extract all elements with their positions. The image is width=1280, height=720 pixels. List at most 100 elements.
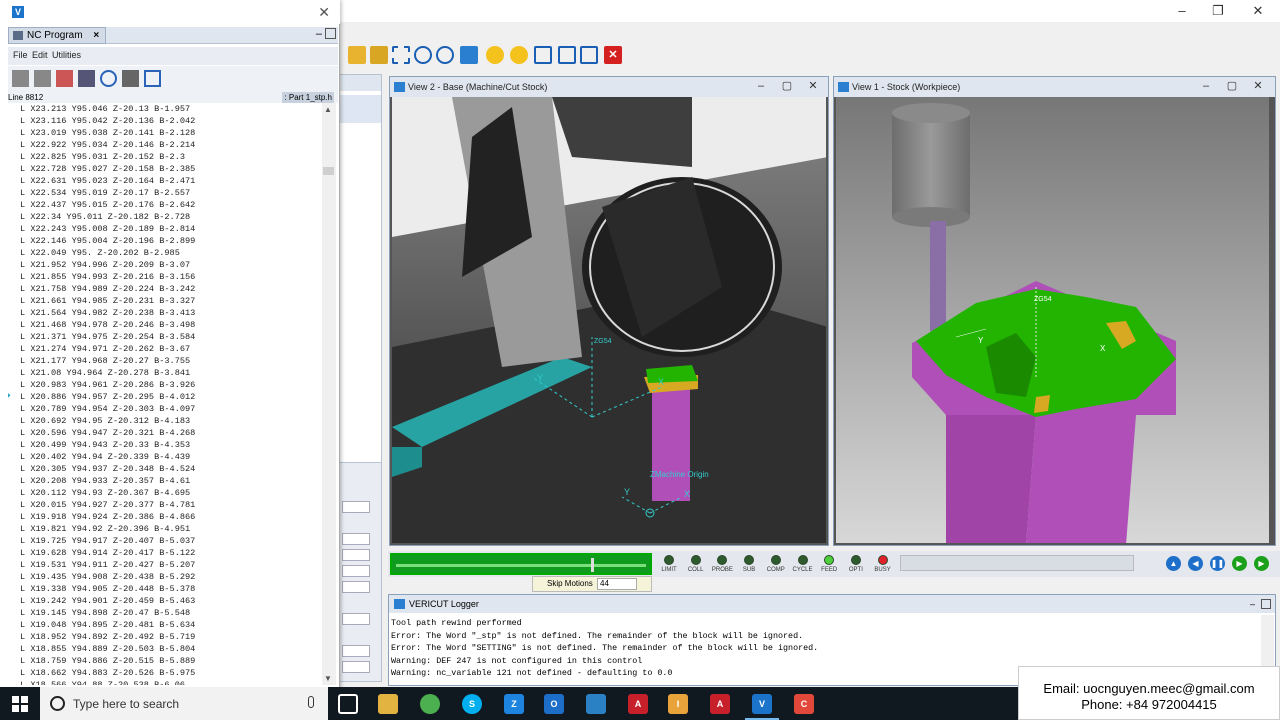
minimize-button[interactable]: – [1164, 2, 1200, 20]
nc-line[interactable]: L X19.918 Y94.924 Z-20.386 B-4.866 [8, 511, 323, 523]
nc-line[interactable]: L X22.146 Y95.004 Z-20.196 B-2.899 [8, 235, 323, 247]
nc-line[interactable]: L X21.08 Y94.964 Z-20.278 B-3.841 [8, 367, 323, 379]
file-explorer-icon[interactable] [378, 694, 398, 714]
nc-line[interactable]: L X20.596 Y94.947 Z-20.321 B-4.268 [8, 427, 323, 439]
nc-scrollbar[interactable]: ▲ ▼ [322, 103, 336, 685]
split-vertical-icon[interactable] [558, 46, 576, 64]
progress-knob[interactable] [591, 558, 594, 572]
property-field[interactable] [342, 613, 370, 625]
nc-line[interactable]: L X19.725 Y94.917 Z-20.407 B-5.037 [8, 535, 323, 547]
rewind-button[interactable]: ▲ [1166, 556, 1181, 571]
nc-line[interactable]: L X21.564 Y94.982 Z-20.238 B-3.413 [8, 307, 323, 319]
nc-line[interactable]: L X19.531 Y94.911 Z-20.427 B-5.207 [8, 559, 323, 571]
view-1-canvas[interactable]: ZG54 Y X [836, 97, 1273, 543]
property-field[interactable] [342, 581, 370, 593]
nc-line[interactable]: L X22.631 Y95.023 Z-20.164 B-2.471 [8, 175, 323, 187]
solidworks-icon[interactable] [586, 694, 606, 714]
nc-line[interactable]: L X22.437 Y95.015 Z-20.176 B-2.642 [8, 199, 323, 211]
nc-program-listing[interactable]: L X23.213 Y95.046 Z-20.13 B-1.957 L X23.1… [8, 103, 323, 685]
nc-line[interactable]: L X22.825 Y95.031 Z-20.152 B-2.3 [8, 151, 323, 163]
chrome-icon[interactable] [420, 694, 440, 714]
taskbar-search[interactable]: Type here to search [40, 687, 328, 720]
skype-icon[interactable]: S [462, 694, 482, 714]
view-1-maximize-button[interactable]: ▢ [1221, 79, 1243, 94]
view-1-minimize-button[interactable]: – [1195, 79, 1217, 94]
autocad-2-icon[interactable]: A [710, 694, 730, 714]
step-back-button[interactable]: ◀ [1188, 556, 1203, 571]
simulation-progress-slider[interactable] [390, 553, 652, 575]
nc-line[interactable]: L X20.499 Y94.943 Z-20.33 B-4.353 [8, 439, 323, 451]
nc-line[interactable]: L X18.952 Y94.892 Z-20.492 B-5.719 [8, 631, 323, 643]
scroll-thumb[interactable] [323, 167, 334, 175]
scroll-down-icon[interactable]: ▼ [324, 674, 332, 683]
nc-program-tab[interactable]: NC Program × [8, 27, 107, 44]
logger-minimize-button[interactable]: – [1250, 595, 1255, 613]
property-field[interactable] [342, 661, 370, 673]
light-icon[interactable] [486, 46, 504, 64]
rotate-icon[interactable] [510, 46, 528, 64]
skip-motions-input[interactable]: 44 [597, 578, 637, 590]
nc-find-icon[interactable] [78, 70, 95, 87]
nc-line[interactable]: L X19.628 Y94.914 Z-20.417 B-5.122 [8, 547, 323, 559]
pause-button[interactable]: ❚❚ [1210, 556, 1225, 571]
nc-line[interactable]: L X22.922 Y95.034 Z-20.146 B-2.214 [8, 139, 323, 151]
property-field[interactable] [342, 645, 370, 657]
nc-line[interactable]: L X20.112 Y94.93 Z-20.367 B-4.695 [8, 487, 323, 499]
camtasia-icon[interactable]: C [794, 694, 814, 714]
nc-line[interactable]: L X21.274 Y94.971 Z-20.262 B-3.67 [8, 343, 323, 355]
nc-line[interactable]: L X21.371 Y94.975 Z-20.254 B-3.584 [8, 331, 323, 343]
nc-line[interactable]: L X20.015 Y94.927 Z-20.377 B-4.781 [8, 499, 323, 511]
menu-edit[interactable]: Edit [32, 50, 48, 60]
nc-line[interactable]: L X22.243 Y95.008 Z-20.189 B-2.814 [8, 223, 323, 235]
microphone-icon[interactable] [308, 696, 314, 708]
nc-line[interactable]: L X21.661 Y94.985 Z-20.231 B-3.327 [8, 295, 323, 307]
nc-line[interactable]: L X18.855 Y94.889 Z-20.503 B-5.804 [8, 643, 323, 655]
view-2-maximize-button[interactable]: ▢ [776, 79, 798, 94]
nc-line[interactable]: L X20.692 Y94.95 Z-20.312 B-4.183 [8, 415, 323, 427]
nc-line[interactable]: L X23.116 Y95.042 Z-20.136 B-2.042 [8, 115, 323, 127]
nc-line[interactable]: L X19.435 Y94.908 Z-20.438 B-5.292 [8, 571, 323, 583]
setup-icon[interactable] [370, 46, 388, 64]
nc-undo-icon[interactable] [100, 70, 117, 87]
nc-line[interactable]: L X19.145 Y94.898 Z-20.47 B-5.548 [8, 607, 323, 619]
nc-line[interactable]: L X21.952 Y94.996 Z-20.209 B-3.07 [8, 259, 323, 271]
close-button[interactable]: ✕ [1240, 2, 1276, 20]
nc-line[interactable]: L X20.208 Y94.933 Z-20.357 B-4.61 [8, 475, 323, 487]
nc-line[interactable]: L X18.759 Y94.886 Z-20.515 B-5.889 [8, 655, 323, 667]
windows-start-icon[interactable] [12, 696, 28, 712]
fit-icon[interactable] [460, 46, 478, 64]
nc-line[interactable]: L X21.468 Y94.978 Z-20.246 B-3.498 [8, 319, 323, 331]
inventor-icon[interactable]: I [668, 694, 688, 714]
scroll-up-icon[interactable]: ▲ [324, 105, 332, 114]
nc-line[interactable]: L X19.242 Y94.901 Z-20.459 B-5.463 [8, 595, 323, 607]
zalo-icon[interactable]: Z [504, 694, 524, 714]
property-field[interactable] [342, 533, 370, 545]
nc-line[interactable]: L X22.728 Y95.027 Z-20.158 B-2.385 [8, 163, 323, 175]
step-forward-button[interactable]: ▶ [1232, 556, 1247, 571]
nc-line[interactable]: L X21.855 Y94.993 Z-20.216 B-3.156 [8, 271, 323, 283]
zoom-out-icon[interactable] [436, 46, 454, 64]
nc-line[interactable]: L X21.177 Y94.968 Z-20.27 B-3.755 [8, 355, 323, 367]
nc-edit-icon[interactable] [56, 70, 73, 87]
nc-line[interactable]: L X18.566 Y94.88 Z-20.538 B-6.06 [8, 679, 323, 685]
property-field[interactable] [342, 501, 370, 513]
play-button[interactable]: ▶ [1254, 556, 1269, 571]
menu-utilities[interactable]: Utilities [52, 50, 81, 60]
restore-button[interactable]: ❐ [1200, 2, 1236, 20]
autocad-icon[interactable]: A [628, 694, 648, 714]
open-icon[interactable] [348, 46, 366, 64]
nc-line[interactable]: L X20.305 Y94.937 Z-20.348 B-4.524 [8, 463, 323, 475]
nc-line[interactable]: L X19.338 Y94.905 Z-20.448 B-5.378 [8, 583, 323, 595]
nc-line[interactable]: L X20.402 Y94.94 Z-20.339 B-4.439 [8, 451, 323, 463]
view-2-minimize-button[interactable]: – [750, 79, 772, 94]
logger-float-button[interactable] [1261, 599, 1271, 609]
task-view-icon[interactable] [338, 694, 358, 714]
nc-line[interactable]: L X20.983 Y94.961 Z-20.286 B-3.926 [8, 379, 323, 391]
nc-panel-minimize-button[interactable]: – [316, 28, 322, 40]
nc-line[interactable]: L X21.758 Y94.989 Z-20.224 B-3.242 [8, 283, 323, 295]
view-2-close-button[interactable]: ✕ [802, 79, 824, 94]
nc-print-icon[interactable] [122, 70, 139, 87]
nc-line[interactable]: L X19.048 Y94.895 Z-20.481 B-5.634 [8, 619, 323, 631]
nc-split-icon[interactable] [144, 70, 161, 87]
property-field[interactable] [342, 565, 370, 577]
